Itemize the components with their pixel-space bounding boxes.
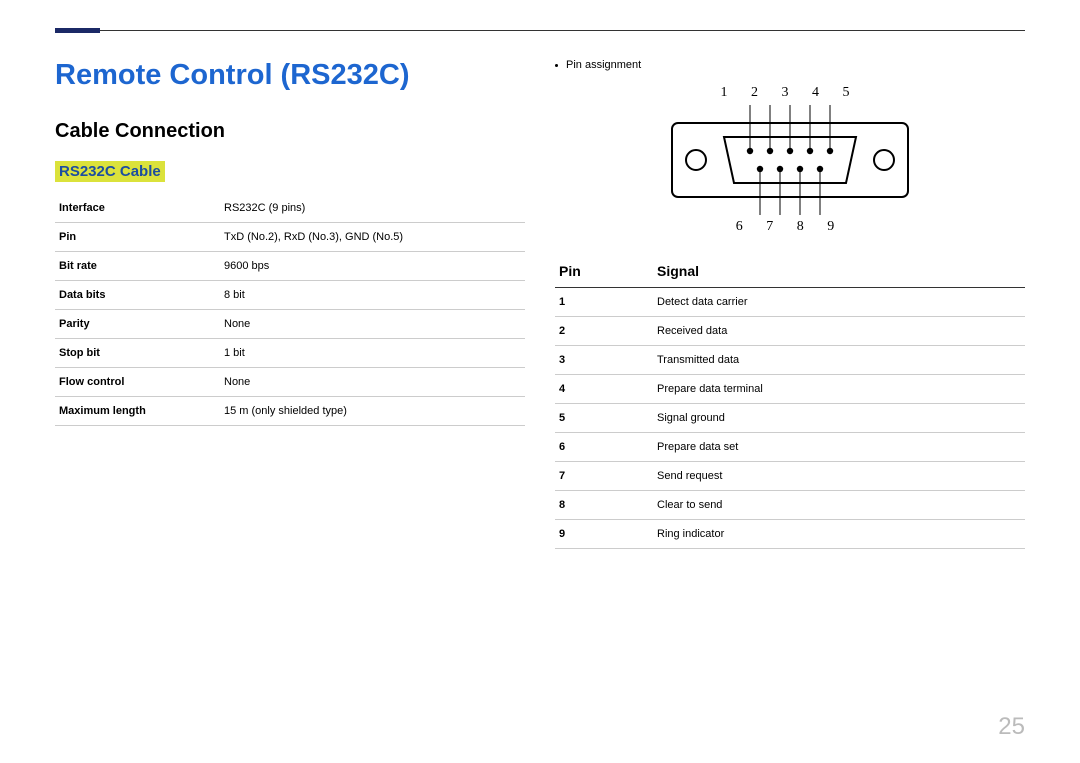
bullet-pin-assignment: Pin assignment (555, 59, 1025, 71)
pin-signal: Prepare data terminal (653, 375, 1025, 404)
signal-header-signal: Signal (653, 257, 1025, 288)
spec-label: Flow control (55, 368, 220, 397)
spec-value: TxD (No.2), RxD (No.3), GND (No.5) (220, 223, 525, 252)
spec-label: Parity (55, 310, 220, 339)
pin-signal: Detect data carrier (653, 288, 1025, 317)
table-row: 9Ring indicator (555, 520, 1025, 549)
spec-label: Stop bit (55, 339, 220, 368)
column-right: Pin assignment 1 2 3 4 5 (555, 59, 1025, 549)
spec-table: InterfaceRS232C (9 pins) PinTxD (No.2), … (55, 194, 525, 426)
pin-num: 6 (555, 433, 653, 462)
spec-value: 8 bit (220, 281, 525, 310)
pin-num: 5 (555, 404, 653, 433)
table-row: InterfaceRS232C (9 pins) (55, 194, 525, 223)
signal-header-pin: Pin (555, 257, 653, 288)
subsection-title: Cable Connection (55, 120, 525, 143)
pin-num: 2 (555, 317, 653, 346)
spec-label: Bit rate (55, 252, 220, 281)
pin-num: 1 (555, 288, 653, 317)
table-row: 4Prepare data terminal (555, 375, 1025, 404)
spec-value: 1 bit (220, 339, 525, 368)
bullet-text: Pin assignment (566, 59, 641, 71)
pin-num: 7 (555, 462, 653, 491)
table-row: Data bits8 bit (55, 281, 525, 310)
page-content: Remote Control (RS232C) Cable Connection… (55, 59, 1025, 549)
pin-num: 9 (555, 520, 653, 549)
pin-signal: Signal ground (653, 404, 1025, 433)
table-row: PinTxD (No.2), RxD (No.3), GND (No.5) (55, 223, 525, 252)
spec-value: 9600 bps (220, 252, 525, 281)
pin-num: 8 (555, 491, 653, 520)
table-row: ParityNone (55, 310, 525, 339)
header-rule (55, 30, 1025, 31)
header-accent-bar (55, 28, 100, 33)
pin-signal: Received data (653, 317, 1025, 346)
spec-value: None (220, 368, 525, 397)
table-row: 6Prepare data set (555, 433, 1025, 462)
pin-signal: Send request (653, 462, 1025, 491)
page-number: 25 (998, 713, 1025, 741)
table-row: Bit rate9600 bps (55, 252, 525, 281)
spec-value: None (220, 310, 525, 339)
bullet-icon (555, 64, 558, 67)
pin-signal: Transmitted data (653, 346, 1025, 375)
table-row: Stop bit1 bit (55, 339, 525, 368)
column-left: Remote Control (RS232C) Cable Connection… (55, 59, 525, 549)
table-row: 1Detect data carrier (555, 288, 1025, 317)
spec-label: Data bits (55, 281, 220, 310)
table-row: 5Signal ground (555, 404, 1025, 433)
pin-num: 3 (555, 346, 653, 375)
table-row: 7Send request (555, 462, 1025, 491)
pin-numbers-bottom: 6 7 8 9 (670, 219, 910, 235)
table-row: Flow controlNone (55, 368, 525, 397)
table-row: 8Clear to send (555, 491, 1025, 520)
table-row: 2Received data (555, 317, 1025, 346)
spec-label: Pin (55, 223, 220, 252)
db9-connector-icon (670, 105, 910, 215)
spec-label: Maximum length (55, 397, 220, 426)
signal-table: Pin Signal 1Detect data carrier 2Receive… (555, 257, 1025, 549)
pin-signal: Clear to send (653, 491, 1025, 520)
spec-label: Interface (55, 194, 220, 223)
pin-signal: Ring indicator (653, 520, 1025, 549)
spec-value: 15 m (only shielded type) (220, 397, 525, 426)
table-row: Maximum length15 m (only shielded type) (55, 397, 525, 426)
page-title: Remote Control (RS232C) (55, 59, 525, 92)
pin-signal: Prepare data set (653, 433, 1025, 462)
spec-value: RS232C (9 pins) (220, 194, 525, 223)
highlighted-subtitle: RS232C Cable (55, 161, 165, 182)
pin-num: 4 (555, 375, 653, 404)
pin-numbers-top: 1 2 3 4 5 (670, 85, 910, 101)
table-row: 3Transmitted data (555, 346, 1025, 375)
connector-diagram: 1 2 3 4 5 (555, 85, 1025, 235)
